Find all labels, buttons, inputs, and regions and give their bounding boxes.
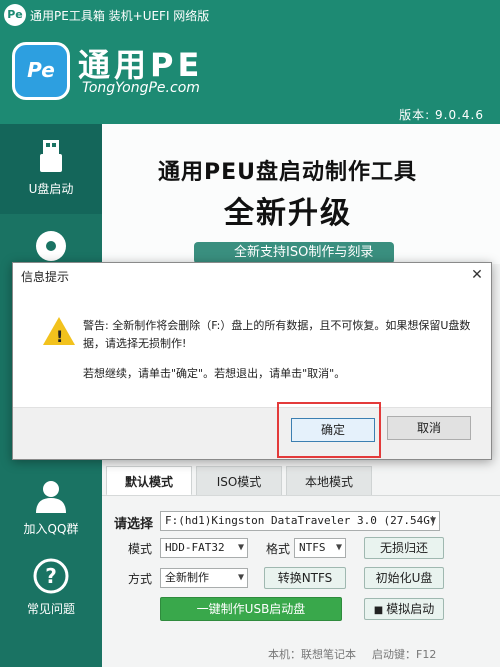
sidebar-item-faq[interactable]: ? 常见问题 xyxy=(0,544,102,634)
promo-banner: 通用PEU盘启动制作工具 全新升级 全新支持ISO制作与刻录 xyxy=(102,124,500,264)
chevron-down-icon: ▼ xyxy=(237,572,244,583)
format-select-value: NTFS xyxy=(299,541,326,554)
mode-select-value: HDD-FAT32 xyxy=(165,541,225,554)
simulate-boot-button[interactable]: ■ 模拟启动 xyxy=(364,598,444,620)
window-titlebar: Pe 通用PE工具箱 装机+UEFI 网络版 xyxy=(0,0,500,30)
usb-drive-icon xyxy=(40,140,62,172)
machine-info: 本机：联想笔记本 xyxy=(268,648,356,661)
format-label: 格式 xyxy=(266,542,291,556)
lossless-restore-button[interactable]: 无损归还 xyxy=(364,537,444,559)
sidebar-item-usb-boot[interactable]: U盘启动 xyxy=(0,124,102,214)
disc-icon xyxy=(36,231,66,261)
device-select[interactable]: F:(hd1)Kingston DataTraveler 3.0 (27.54G… xyxy=(160,511,440,531)
window-title: 通用PE工具箱 装机+UEFI 网络版 xyxy=(30,9,210,23)
chevron-down-icon: ▼ xyxy=(429,515,436,526)
logo-badge-icon: Pe xyxy=(12,42,70,100)
question-icon: ? xyxy=(33,558,69,594)
status-footer: 本机：联想笔记本 启动键：F12 xyxy=(102,638,500,667)
mode-label: 模式 xyxy=(128,542,153,556)
dialog-instruction-message: 若想继续，请单击"确定"。若想退出，请单击"取消"。 xyxy=(83,367,346,380)
tab-default-mode[interactable]: 默认模式 xyxy=(106,466,192,496)
mode-select[interactable]: HDD-FAT32 ▼ xyxy=(160,538,248,558)
banner-feature-badge: 全新支持ISO制作与刻录 xyxy=(194,242,394,264)
message-dialog: 信息提示 ✕ ! 警告: 全新制作将会删除（F:）盘上的所有数据，且不可恢复。如… xyxy=(12,262,492,460)
dialog-warning-message: 警告: 全新制作将会删除（F:）盘上的所有数据，且不可恢复。如果想保留U盘数据，… xyxy=(83,319,471,350)
mode-tabs: 默认模式 ISO模式 本地模式 xyxy=(102,466,500,496)
initialize-usb-button[interactable]: 初始化U盘 xyxy=(364,567,444,589)
boot-hotkey-info: 启动键：F12 xyxy=(372,648,437,661)
method-label: 方式 xyxy=(128,572,153,586)
confirm-button[interactable]: 确定 xyxy=(291,418,375,442)
banner-subheadline: 全新升级 xyxy=(224,196,352,231)
chevron-down-icon: ▼ xyxy=(335,542,342,553)
dialog-titlebar: 信息提示 ✕ xyxy=(13,263,491,287)
highlight-box: 确定 xyxy=(277,402,381,458)
method-select[interactable]: 全新制作 ▼ xyxy=(160,568,248,588)
sidebar-item-label: U盘启动 xyxy=(28,182,74,196)
dialog-title: 信息提示 xyxy=(21,270,70,284)
chevron-down-icon: ▼ xyxy=(237,542,244,553)
simulate-boot-label: 模拟启动 xyxy=(386,602,435,616)
monitor-icon: ■ xyxy=(373,605,384,616)
svg-text:?: ? xyxy=(45,564,57,588)
logo-subtitle: TongYongPe.com xyxy=(82,80,200,96)
format-select[interactable]: NTFS ▼ xyxy=(294,538,346,558)
tab-local-mode[interactable]: 本地模式 xyxy=(286,466,372,496)
version-label: 版本: 9.0.4.6 xyxy=(399,108,484,122)
convert-ntfs-button[interactable]: 转换NTFS xyxy=(264,567,346,589)
cancel-button[interactable]: 取消 xyxy=(387,416,471,440)
device-select-label: 请选择 xyxy=(114,517,154,532)
sidebar-item-join-qq[interactable]: 加入QQ群 xyxy=(0,464,102,554)
sidebar-item-label: 加入QQ群 xyxy=(23,522,79,536)
tab-iso-mode[interactable]: ISO模式 xyxy=(196,466,282,496)
warning-icon-mark: ! xyxy=(56,327,64,346)
user-icon xyxy=(36,481,66,513)
sidebar-item-label: 常见问题 xyxy=(26,602,75,616)
banner-headline: 通用PEU盘启动制作工具 xyxy=(158,160,418,185)
device-select-value: F:(hd1)Kingston DataTraveler 3.0 (27.54G… xyxy=(165,514,437,527)
app-icon: Pe xyxy=(4,4,26,26)
method-select-value: 全新制作 xyxy=(165,571,209,584)
dialog-footer: 确定 取消 xyxy=(13,402,491,459)
close-icon[interactable]: ✕ xyxy=(467,265,487,285)
app-header: Pe 通用PE工具箱 装机+UEFI 网络版 Pe 通用PE TongYongP… xyxy=(0,0,500,124)
make-usb-boot-button[interactable]: 一键制作USB启动盘 xyxy=(160,597,342,621)
dialog-body: ! 警告: 全新制作将会删除（F:）盘上的所有数据，且不可恢复。如果想保留U盘数… xyxy=(13,287,491,407)
